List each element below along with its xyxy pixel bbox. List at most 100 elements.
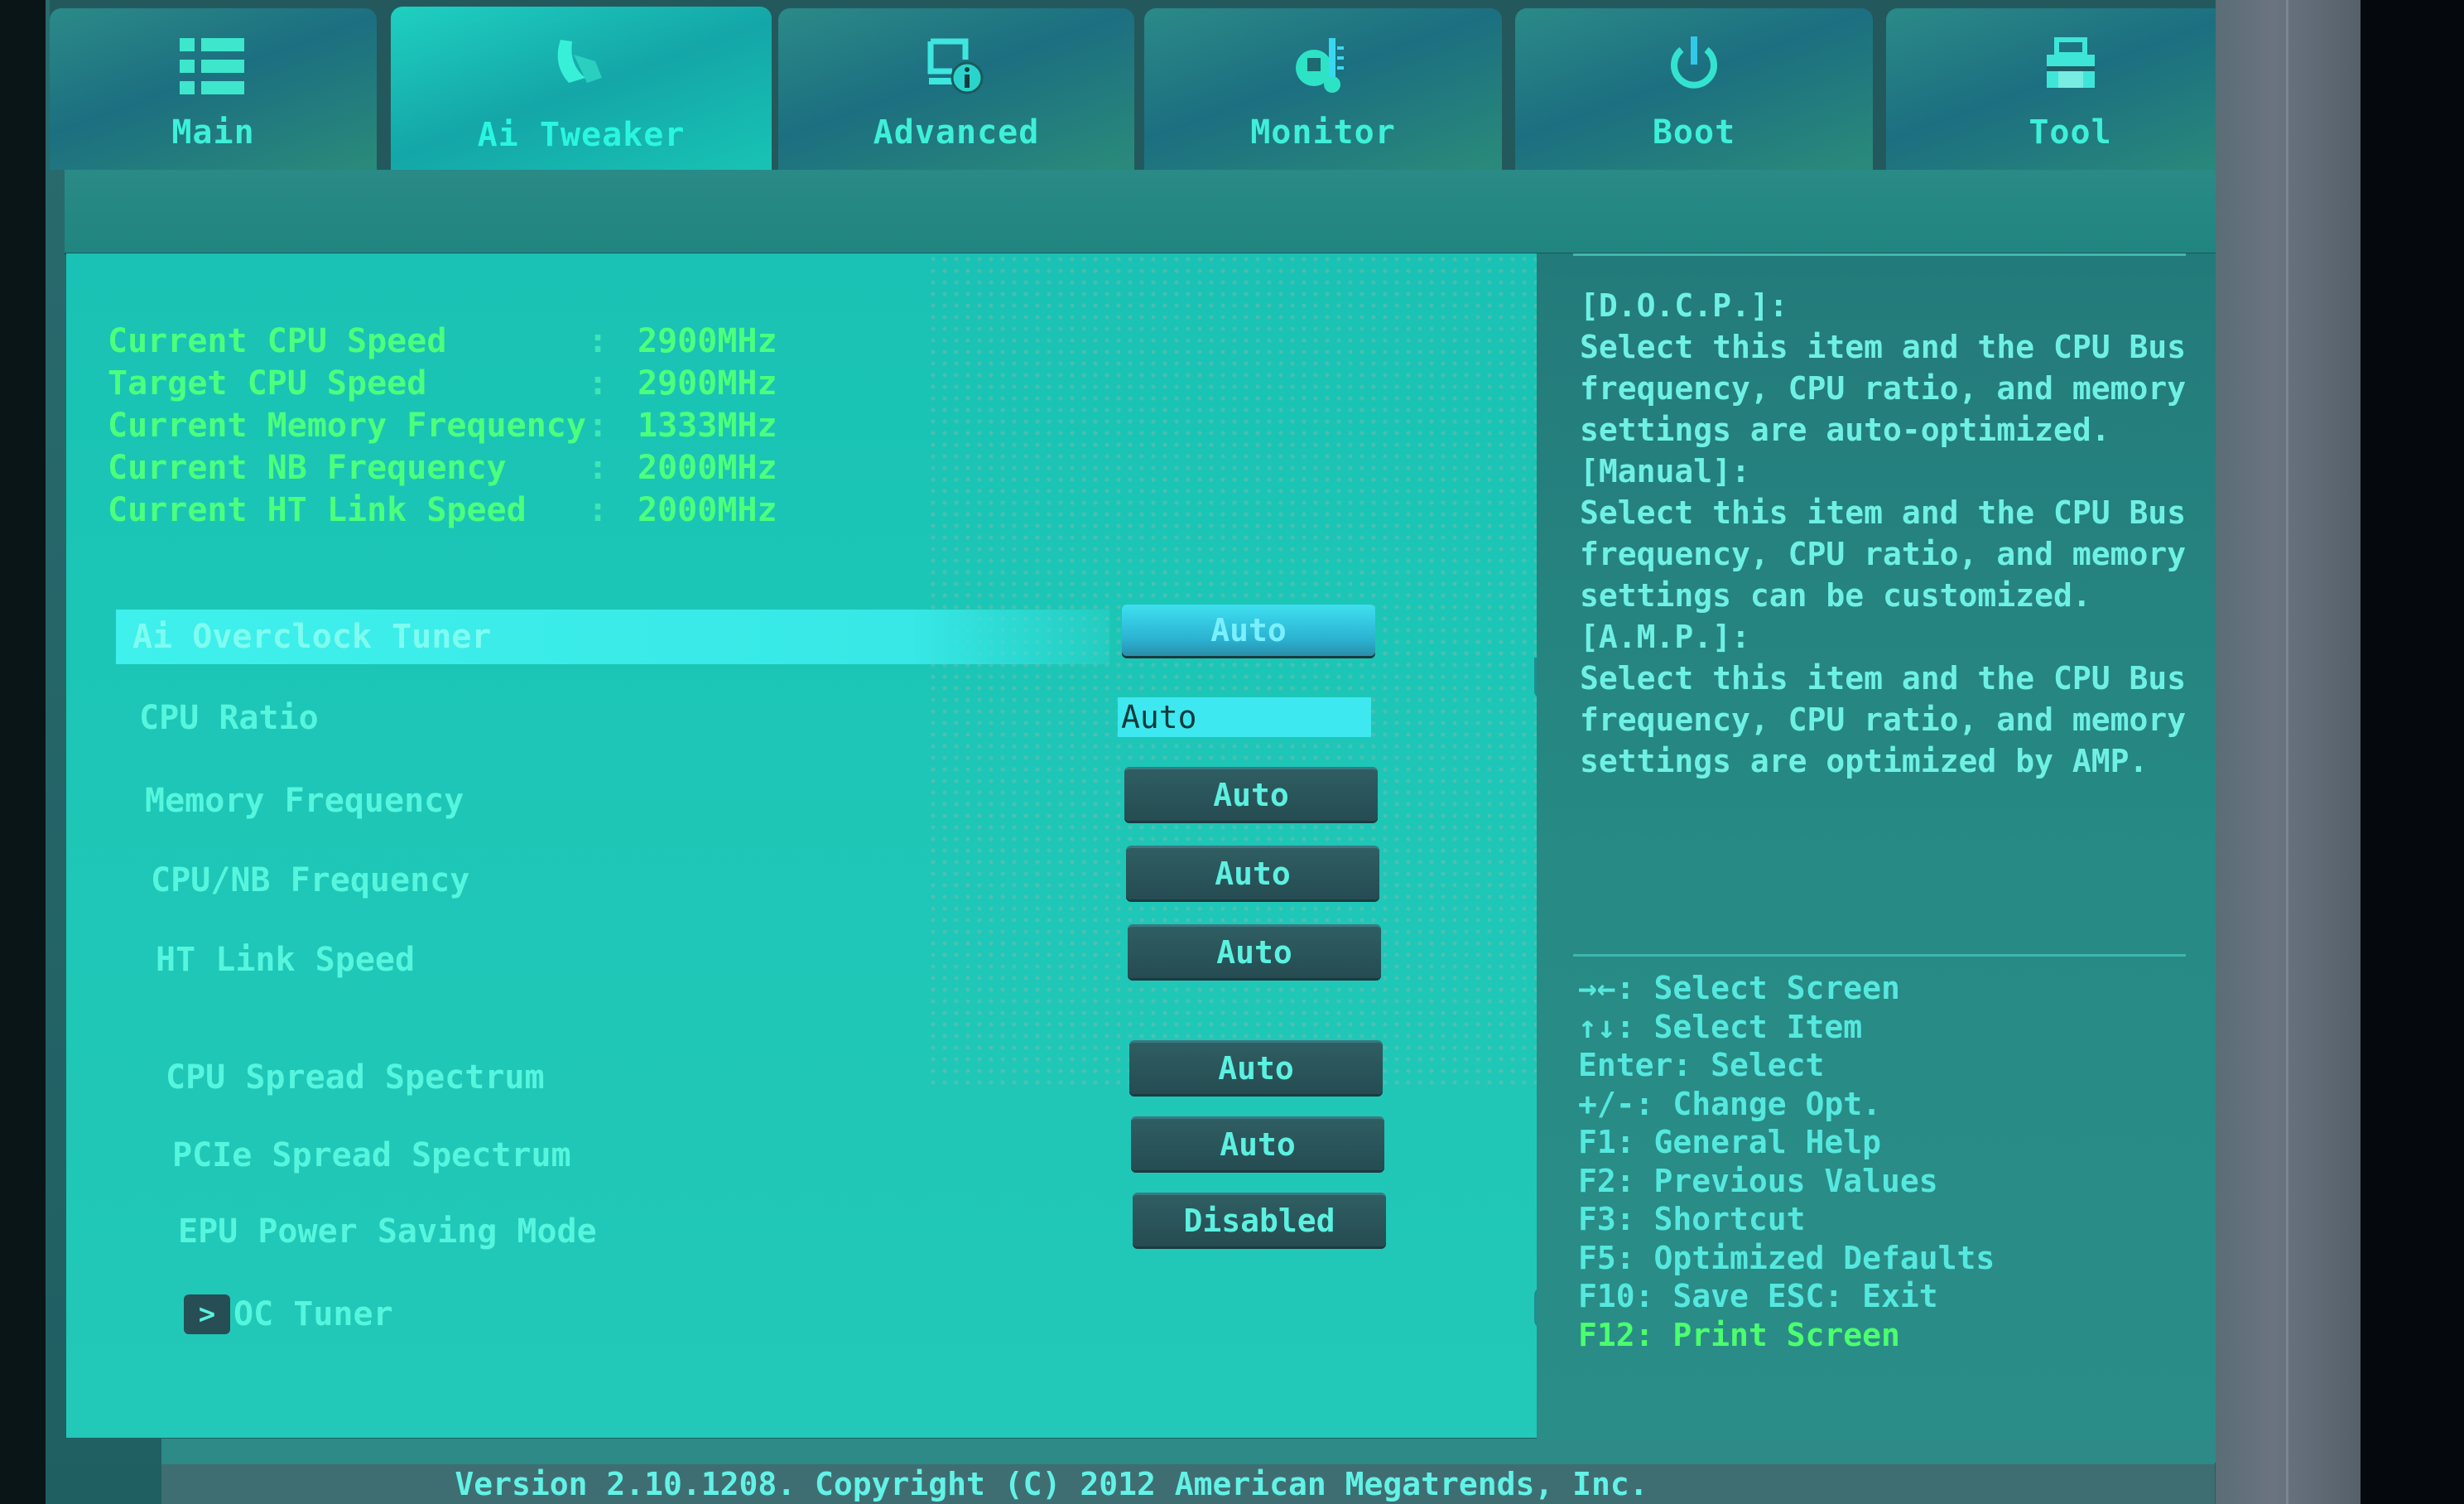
info-value: 2900MHz (638, 364, 777, 403)
sub-header-bar (65, 170, 2259, 255)
thermometer-icon (1286, 33, 1360, 99)
tab-boot[interactable]: Boot (1515, 8, 1873, 170)
info-row: Current HT Link Speed : 2000MHz (108, 489, 777, 531)
help-line: settings are optimized by AMP. (1580, 743, 2149, 779)
help-line: Select this item and the CPU Bus (1580, 494, 2187, 531)
setting-cpu-ratio[interactable]: CPU Ratio (139, 691, 319, 745)
tab-label: Main (171, 113, 255, 152)
help-line: [A.M.P.]: (1580, 619, 1750, 655)
info-separator: : (588, 406, 609, 445)
tab-ai-tweaker[interactable]: Ai Tweaker (391, 7, 772, 172)
tab-main[interactable]: Main (50, 8, 377, 170)
tab-label: Monitor (1250, 113, 1396, 152)
setting-label: OC Tuner (233, 1295, 393, 1333)
cpu-spread-spectrum-value[interactable]: Auto (1129, 1040, 1383, 1094)
setting-label: Memory Frequency (145, 782, 464, 820)
cpu-nb-frequency-value[interactable]: Auto (1126, 846, 1379, 899)
footer-band (161, 1439, 2215, 1464)
chevron-right-icon: > (184, 1294, 230, 1334)
info-label: Current CPU Speed (108, 321, 447, 360)
info-label: Current Memory Frequency (108, 406, 586, 445)
help-description: [D.O.C.P.]: Select this item and the CPU … (1580, 285, 2209, 782)
setting-cpu-nb-frequency[interactable]: CPU/NB Frequency (151, 853, 469, 908)
tweaker-icon (544, 31, 618, 98)
monitor-bezel-left (0, 0, 50, 1504)
setting-label: CPU Ratio (139, 699, 319, 737)
info-separator: : (588, 364, 609, 403)
key-hint: F2: Previous Values (1578, 1162, 1938, 1199)
setting-label: CPU Spread Spectrum (166, 1058, 545, 1097)
memory-frequency-value[interactable]: Auto (1124, 767, 1378, 821)
info-separator: : (588, 448, 609, 487)
toolbox-icon (2033, 33, 2108, 99)
setting-label: HT Link Speed (156, 941, 416, 979)
setting-ai-overclock-tuner[interactable]: Ai Overclock Tuner (116, 610, 1109, 664)
monitor-bezel-right (2216, 0, 2361, 1504)
info-row: Current CPU Speed : 2900MHz (108, 320, 777, 362)
info-label: Current HT Link Speed (108, 490, 527, 529)
setting-ht-link-speed[interactable]: HT Link Speed (156, 933, 415, 987)
help-line: [D.O.C.P.]: (1580, 287, 1788, 324)
power-icon (1657, 33, 1731, 99)
info-value: 1333MHz (638, 406, 777, 445)
info-separator: : (588, 490, 609, 529)
help-line: frequency, CPU ratio, and memory (1580, 701, 2187, 738)
help-panel: [D.O.C.P.]: Select this item and the CPU … (1537, 253, 2216, 1463)
key-hint: ↑↓: Select Item (1578, 1008, 1863, 1045)
info-separator: : (588, 321, 609, 360)
key-legend: →←: Select Screen ↑↓: Select Item Enter: S… (1578, 969, 1995, 1354)
ht-link-speed-value[interactable]: Auto (1128, 924, 1381, 978)
help-divider-top (1573, 253, 2186, 256)
cpu-ratio-input[interactable]: Auto (1118, 697, 1371, 737)
tab-tool[interactable]: Tool (1886, 8, 2255, 170)
key-hint: Enter: Select (1578, 1047, 1825, 1083)
setting-label: PCIe Spread Spectrum (172, 1136, 571, 1174)
setting-cpu-spread-spectrum[interactable]: CPU Spread Spectrum (166, 1050, 545, 1105)
tab-label: Advanced (873, 113, 1040, 152)
help-line: frequency, CPU ratio, and memory (1580, 370, 2187, 407)
tab-bar: Main Ai Tweaker Advanced Monitor Boot To… (50, 0, 2269, 172)
setting-memory-frequency[interactable]: Memory Frequency (145, 774, 464, 828)
help-line: Select this item and the CPU Bus (1580, 660, 2187, 697)
info-value: 2000MHz (638, 448, 777, 487)
setting-label: Ai Overclock Tuner (132, 618, 492, 656)
key-hint: F10: Save ESC: Exit (1578, 1278, 1938, 1314)
tab-label: Ai Tweaker (477, 116, 686, 154)
help-divider (1573, 954, 2186, 957)
epu-power-saving-mode-value[interactable]: Disabled (1133, 1193, 1386, 1246)
key-hint: F5: Optimized Defaults (1578, 1239, 1995, 1276)
list-icon (176, 33, 251, 99)
help-line: settings are auto-optimized. (1580, 412, 2110, 448)
info-value: 2900MHz (638, 321, 777, 360)
system-info: Current CPU Speed : 2900MHz Target CPU S… (108, 320, 777, 531)
settings-panel: Current CPU Speed : 2900MHz Target CPU S… (66, 253, 1586, 1438)
tab-advanced[interactable]: Advanced (778, 8, 1134, 170)
pcie-spread-spectrum-value[interactable]: Auto (1131, 1116, 1384, 1170)
info-row: Current Memory Frequency : 1333MHz (108, 404, 777, 446)
info-label: Target CPU Speed (108, 364, 427, 403)
info-row: Target CPU Speed : 2900MHz (108, 362, 777, 404)
advanced-info-icon (919, 33, 994, 99)
key-hint: F3: Shortcut (1578, 1201, 1806, 1237)
setting-label: EPU Power Saving Mode (178, 1212, 597, 1251)
key-hint: →←: Select Screen (1578, 970, 1900, 1006)
key-hint: F12: Print Screen (1578, 1316, 1900, 1353)
footer-copyright: Version 2.10.1208. Copyright (C) 2012 Am… (161, 1464, 2215, 1504)
help-line: Select this item and the CPU Bus (1580, 329, 2187, 365)
help-line: settings can be customized. (1580, 577, 2091, 614)
tab-label: Tool (2028, 113, 2112, 152)
help-line: [Manual]: (1580, 453, 1750, 489)
help-line: frequency, CPU ratio, and memory (1580, 536, 2187, 572)
tab-label: Boot (1652, 113, 1736, 152)
info-value: 2000MHz (638, 490, 777, 529)
tab-monitor[interactable]: Monitor (1144, 8, 1502, 170)
key-hint: +/-: Change Opt. (1578, 1085, 1882, 1122)
setting-pcie-spread-spectrum[interactable]: PCIe Spread Spectrum (172, 1128, 571, 1183)
info-row: Current NB Frequency : 2000MHz (108, 446, 777, 489)
key-hint: F1: General Help (1578, 1124, 1882, 1160)
info-label: Current NB Frequency (108, 448, 507, 487)
setting-epu-power-saving-mode[interactable]: EPU Power Saving Mode (178, 1204, 597, 1259)
setting-label: CPU/NB Frequency (151, 861, 470, 899)
ai-overclock-tuner-value[interactable]: Auto (1122, 605, 1375, 656)
submenu-oc-tuner[interactable]: > OC Tuner (184, 1287, 393, 1342)
